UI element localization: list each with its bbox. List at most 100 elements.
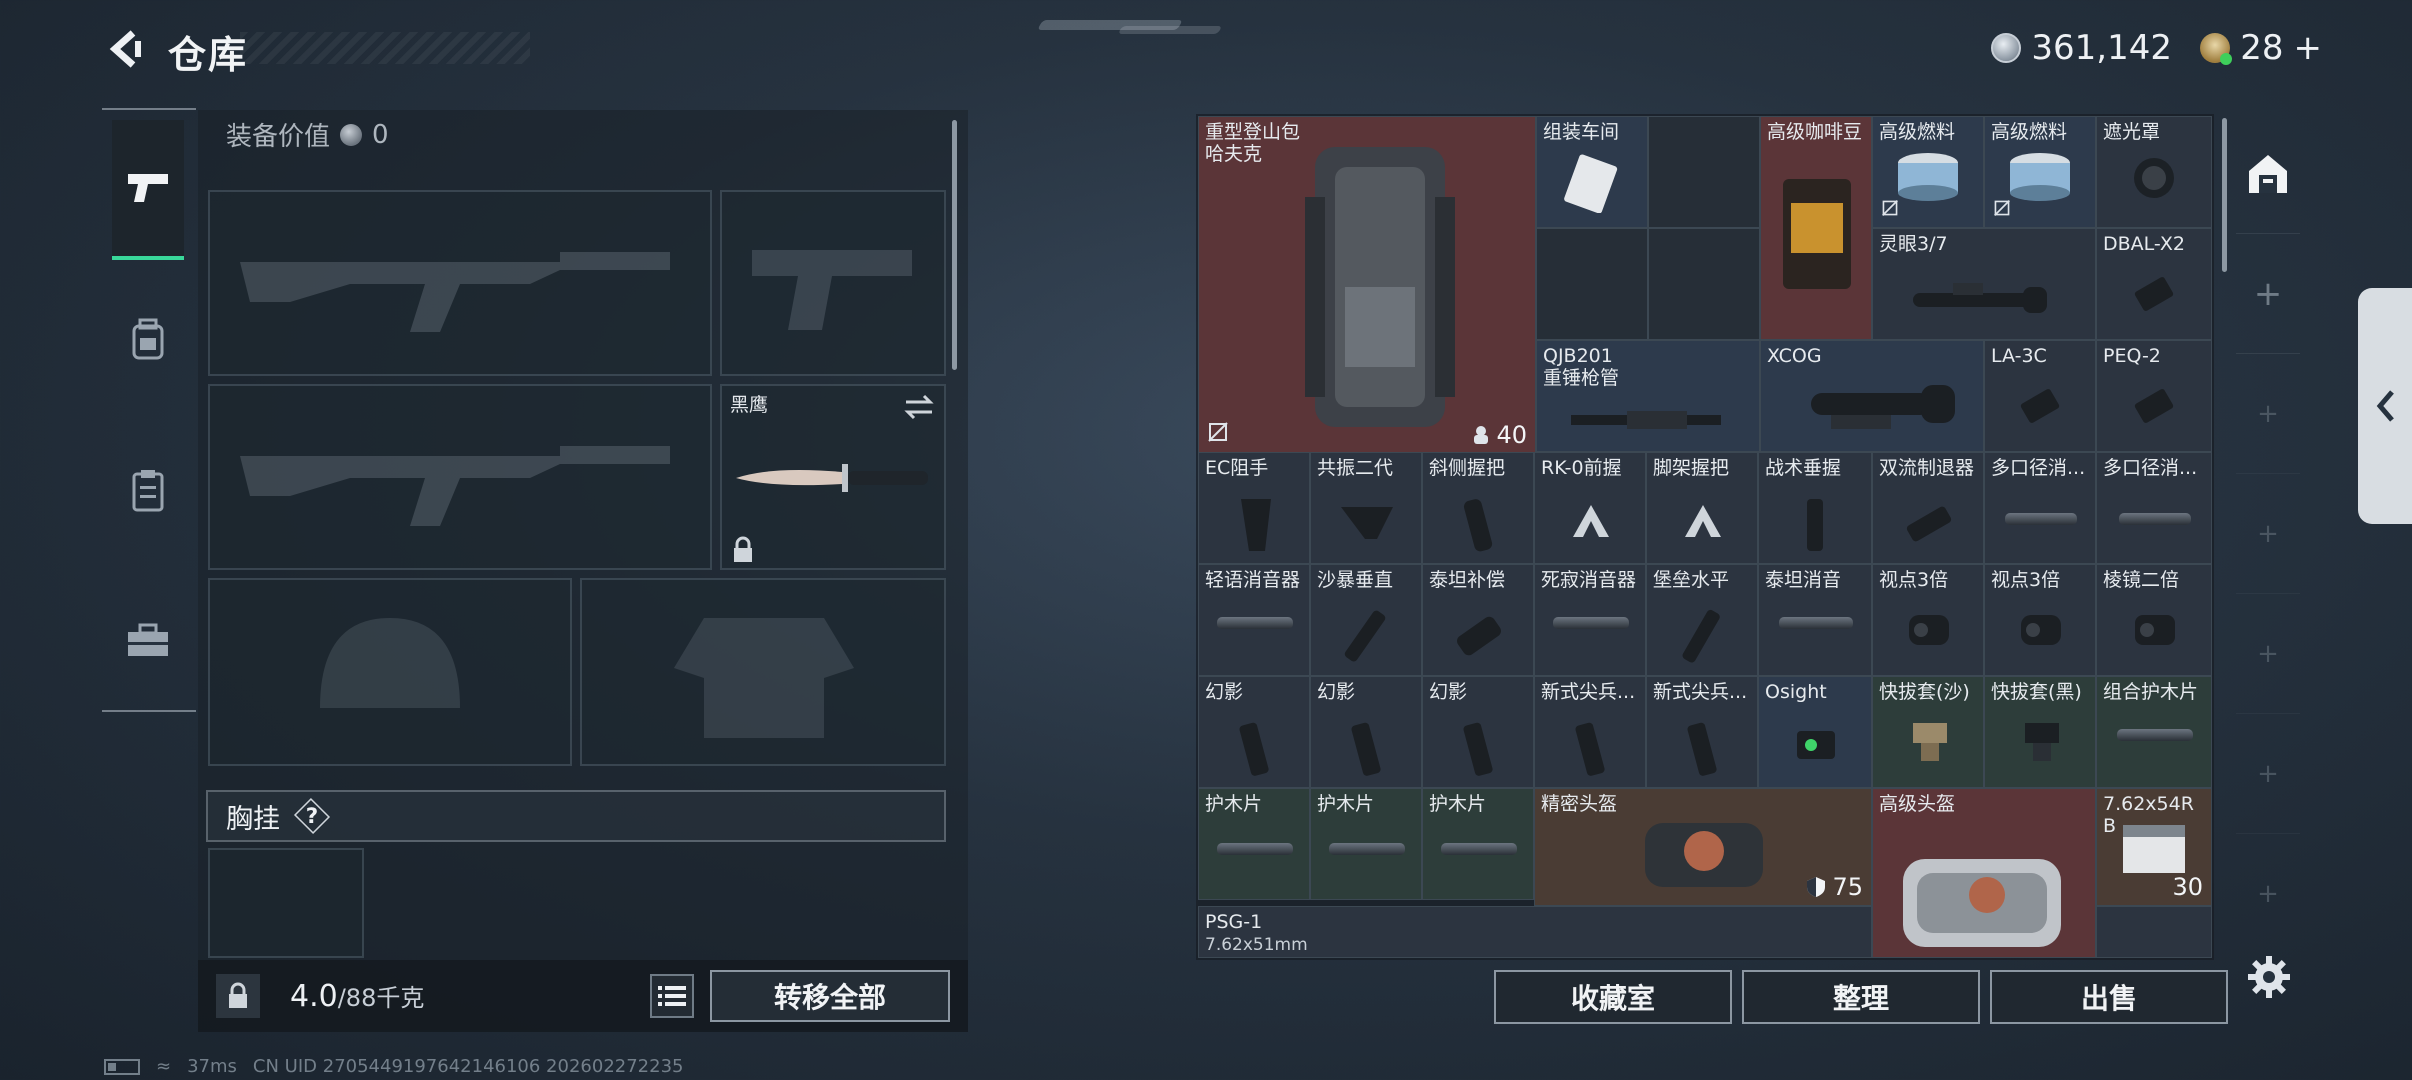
unknown-triangle-icon [1685,505,1721,537]
item-xcog[interactable]: XCOG [1760,340,1984,452]
item-premium-fuel[interactable]: 高级燃料 [1984,116,2096,228]
item-dbal-x2[interactable]: DBAL-X2 [2096,228,2212,340]
item-attachment[interactable]: 多口径消... [2096,452,2212,564]
item-label: 护木片 [1317,793,1375,815]
item-attachment[interactable]: 护木片 [1310,788,1422,900]
item-premium-fuel[interactable]: 高级燃料 [1872,116,1984,228]
tab-empty[interactable]: + [2236,594,2300,714]
item-attachment[interactable]: RK-0前握 [1534,452,1646,564]
item-attachment[interactable]: 双流制退器 [1872,452,1984,564]
item-attachment[interactable]: 快拔套(沙) [1872,676,1984,788]
item-attachment[interactable]: 泰坦补偿 [1422,564,1534,676]
item-attachment[interactable]: 多口径消... [1984,452,2096,564]
back-button[interactable] [100,24,150,74]
item-attachment[interactable]: 快拔套(黑) [1984,676,2096,788]
item-advanced-helmet[interactable]: 高级头盔 [1872,788,2096,958]
helmet-bag-icon [1903,859,2061,947]
melee-slot[interactable]: 黑鹰 [720,384,946,570]
transfer-all-button[interactable]: 转移全部 [710,970,950,1022]
item-attachment[interactable]: 泰坦消音 [1758,564,1872,676]
nav-weapons[interactable] [112,120,184,260]
item-qjb201-barrel[interactable]: QJB201 重锤枪管 [1536,340,1760,452]
no-sell-icon [1207,421,1229,447]
help-button[interactable]: ? [293,797,331,835]
nav-gear[interactable] [112,270,184,410]
empty-cell[interactable] [2096,906,2212,958]
item-attachment[interactable]: Osight [1758,676,1872,788]
helmet-slot[interactable] [208,578,572,766]
item-backpack[interactable]: 重型登山包 哈夫克 40 [1198,116,1536,454]
item-attachment[interactable]: 视点3倍 [1872,564,1984,676]
item-psg-1[interactable]: PSG-1 7.62x51mm [1198,906,1872,958]
item-attachment[interactable]: 死寂消音器 [1534,564,1646,676]
item-precision-helmet[interactable]: 精密头盔 75 [1534,788,1872,906]
tab-empty[interactable]: + [2236,834,2300,954]
coin-balance[interactable]: 361,142 [1991,28,2172,68]
grid-scrollbar[interactable] [2222,118,2227,272]
item-lingyan-scope[interactable]: 灵眼3/7 [1872,228,2096,340]
red-dot-icon [1797,731,1835,759]
item-peq-2[interactable]: PEQ-2 [2096,340,2212,452]
item-attachment[interactable]: 斜侧握把 [1422,452,1534,564]
nav-clipboard[interactable] [112,420,184,560]
item-attachment[interactable]: 脚架握把 [1646,452,1758,564]
item-attachment[interactable]: 堡垒水平 [1646,564,1758,676]
item-attachment[interactable]: 护木片 [1198,788,1310,900]
item-attachment[interactable]: 组合护木片 [2096,676,2212,788]
laser-module-icon [2134,389,2174,423]
item-label: 战术垂握 [1765,457,1842,479]
item-attachment[interactable]: 视点3倍 [1984,564,2096,676]
item-attachment[interactable]: 棱镜二倍 [2096,564,2212,676]
item-premium-coffee[interactable]: 高级咖啡豆 [1760,116,1872,340]
ticket-icon [2200,33,2233,65]
tab-add-storage[interactable]: + [2236,234,2300,354]
item-attachment[interactable]: 护木片 [1422,788,1534,900]
item-ammo-762x54r[interactable]: 7.62x54R B 30 [2096,788,2212,906]
grip-icon [1807,499,1823,551]
organize-button[interactable]: 整理 [1742,970,1980,1024]
suppressor-icon [2119,513,2191,525]
nav-toolbox[interactable] [112,570,184,710]
item-attachment[interactable]: EC阻手 [1198,452,1310,564]
item-label: 重型登山包 哈夫克 [1205,121,1301,165]
tab-main-storage[interactable] [2236,114,2300,234]
empty-cell[interactable] [1648,228,1760,340]
item-la-3c[interactable]: LA-3C [1984,340,2096,452]
item-attachment[interactable]: 共振二代 [1310,452,1422,564]
optic-icon [2135,615,2175,645]
scrollbar[interactable] [952,120,957,370]
item-lens-hood[interactable]: 遮光罩 [2096,116,2212,228]
empty-cell[interactable] [1536,228,1648,340]
secondary-weapon-slot[interactable] [208,384,712,570]
primary-weapon-slot[interactable] [208,190,712,376]
item-attachment[interactable]: 轻语消音器 [1198,564,1310,676]
chest-rig-header[interactable]: 胸挂 ? [206,790,946,842]
swap-icon[interactable] [904,394,934,420]
ticket-balance[interactable]: 28 + [2200,28,2322,68]
item-attachment[interactable]: 战术垂握 [1758,452,1872,564]
tab-empty[interactable]: + [2236,714,2300,834]
add-tickets-button[interactable]: + [2294,28,2323,68]
item-attachment[interactable]: 幻影 [1310,676,1422,788]
sidearm-slot[interactable] [720,190,946,376]
empty-cell[interactable] [1648,116,1760,228]
item-attachment[interactable]: 新式尖兵... [1534,676,1646,788]
weight-lock-button[interactable] [216,974,260,1018]
item-attachment[interactable]: 沙暴垂直 [1310,564,1422,676]
sell-button[interactable]: 出售 [1990,970,2228,1024]
armor-slot[interactable] [580,578,946,766]
item-label: 幻影 [1205,681,1244,703]
item-attachment[interactable]: 幻影 [1422,676,1534,788]
item-assembly-workshop[interactable]: 组装车间 [1536,116,1648,228]
item-attachment[interactable]: 幻影 [1198,676,1310,788]
chest-rig-slot[interactable] [208,848,364,958]
handstop-icon [1241,499,1271,551]
tab-empty[interactable]: + [2236,474,2300,594]
collection-room-button[interactable]: 收藏室 [1494,970,1732,1024]
tab-empty[interactable]: + [2236,354,2300,474]
side-panel-toggle[interactable] [2358,288,2412,524]
list-view-button[interactable] [650,974,694,1018]
gear-icon[interactable] [2246,954,2292,1000]
item-attachment[interactable]: 新式尖兵... [1646,676,1758,788]
scope-icon [1913,283,2047,313]
